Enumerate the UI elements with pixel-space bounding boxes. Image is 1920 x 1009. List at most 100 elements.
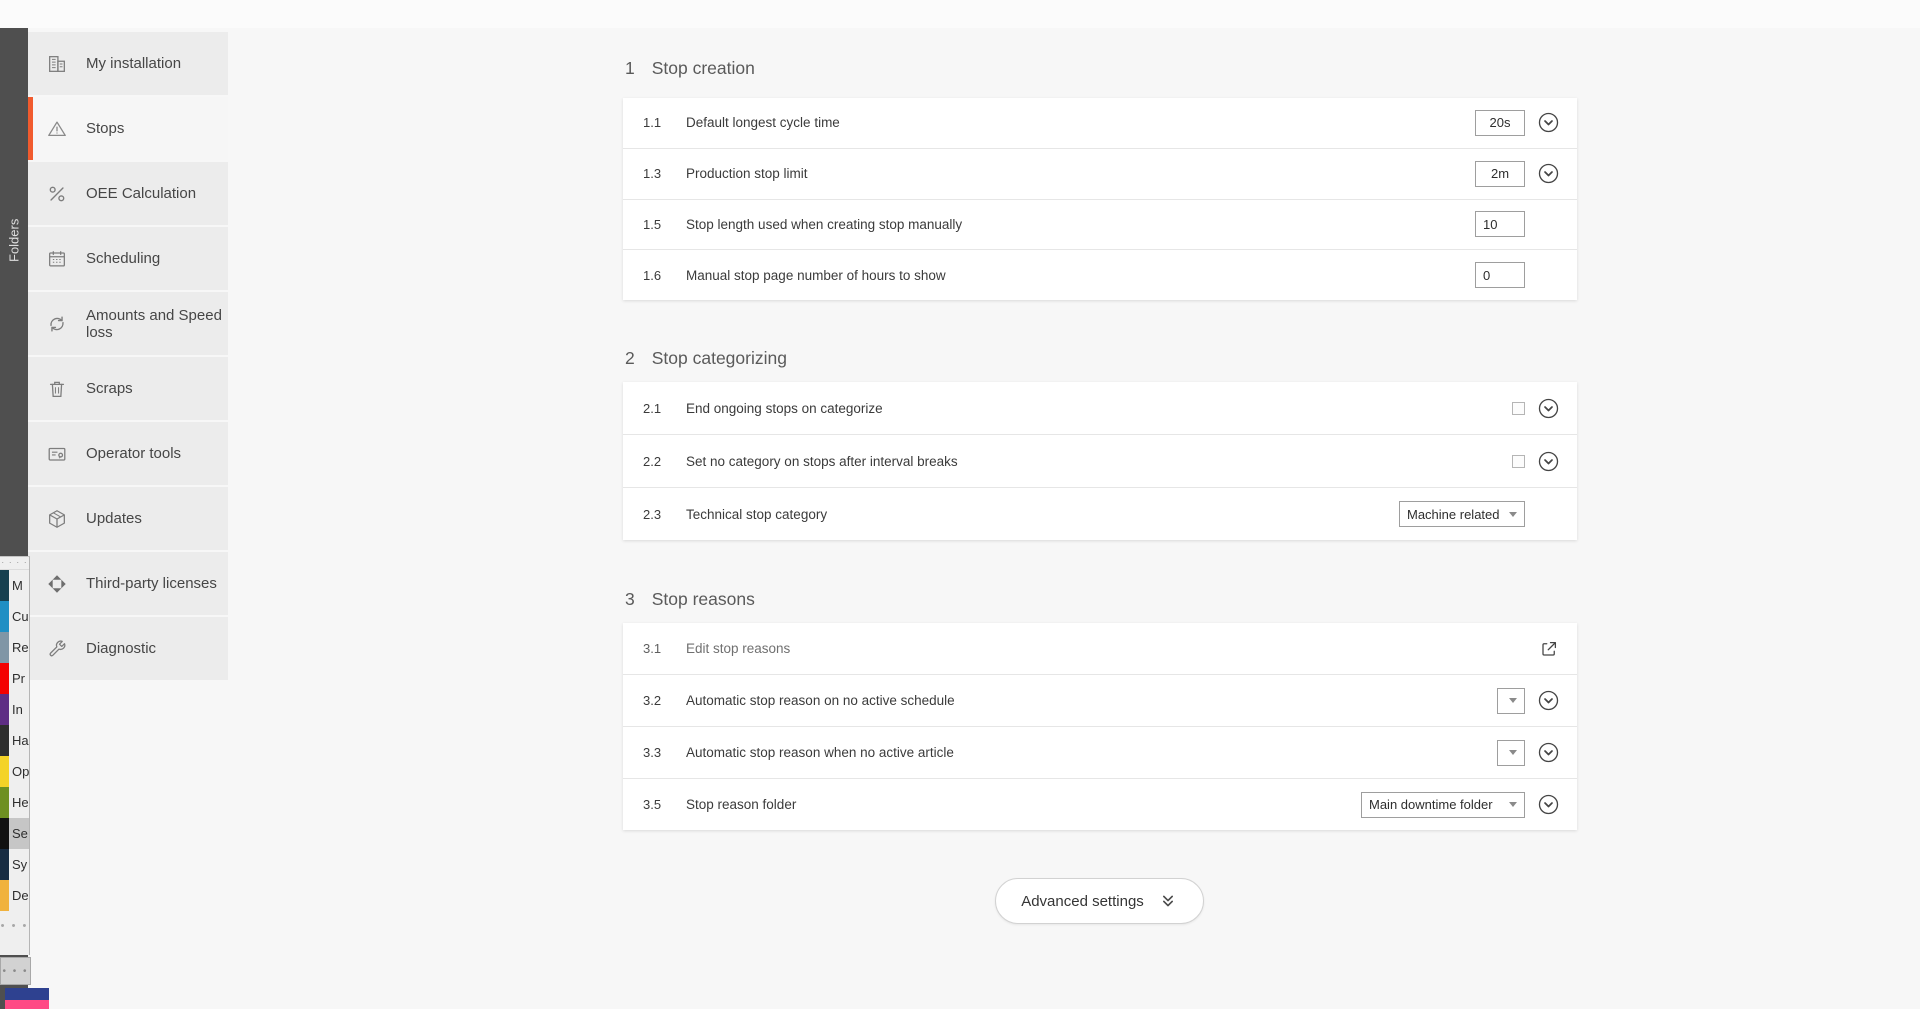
setting-number: 1.1 — [643, 115, 686, 130]
folder-item-label: Ha — [12, 733, 29, 748]
stop-reason-folder-select[interactable]: Main downtime folder — [1361, 792, 1525, 818]
setting-label: End ongoing stops on categorize — [686, 401, 1512, 416]
advanced-settings-button[interactable]: Advanced settings — [995, 878, 1204, 924]
end-stops-checkbox[interactable] — [1512, 402, 1525, 415]
setting-row-3-5: 3.5 Stop reason folder Main downtime fol… — [623, 778, 1577, 830]
stop-limit-input[interactable] — [1475, 161, 1525, 187]
folder-item[interactable]: De — [0, 880, 29, 911]
auto-stop-reason-article-select[interactable] — [1497, 740, 1525, 766]
percent-icon — [46, 183, 68, 205]
setting-number: 3.5 — [643, 797, 686, 812]
folder-item[interactable]: Pr — [0, 663, 29, 694]
folder-item[interactable]: M — [0, 570, 29, 601]
folder-item[interactable]: Re — [0, 632, 29, 663]
caret-down-icon — [1509, 698, 1517, 703]
expand-slot-empty — [1538, 265, 1559, 286]
caret-down-icon — [1509, 512, 1517, 517]
chevron-down-icon — [1545, 751, 1552, 755]
setting-row-2-3: 2.3 Technical stop category Machine rela… — [623, 487, 1577, 540]
setting-label: Automatic stop reason on no active sched… — [686, 693, 1497, 708]
setting-row-1-5: 1.5 Stop length used when creating stop … — [623, 199, 1577, 250]
external-link-icon[interactable] — [1538, 638, 1559, 659]
sidebar-item-third-party-licenses[interactable]: Third-party licenses — [28, 552, 228, 615]
technical-stop-category-select[interactable]: Machine related — [1399, 501, 1525, 527]
setting-row-1-6: 1.6 Manual stop page number of hours to … — [623, 249, 1577, 300]
sidebar-item-scraps[interactable]: Scraps — [28, 357, 228, 420]
folder-item-label: De — [12, 888, 29, 903]
manual-stop-hours-input[interactable] — [1475, 262, 1525, 288]
folder-panel-drag-handle[interactable]: · · · · — [0, 557, 29, 570]
setting-number: 3.1 — [643, 641, 686, 656]
section-title: Stop creation — [652, 58, 755, 79]
folder-item[interactable]: Sy — [0, 849, 29, 880]
brand-logo-top — [5, 988, 49, 1000]
sidebar-item-scheduling[interactable]: Scheduling — [28, 227, 228, 290]
chevron-down-icon — [1545, 121, 1552, 125]
folder-item[interactable]: In — [0, 694, 29, 725]
setting-number: 3.3 — [643, 745, 686, 760]
folder-color-bar — [0, 663, 9, 694]
expand-slot-empty — [1538, 214, 1559, 235]
setting-label: Technical stop category — [686, 507, 1399, 522]
auto-stop-reason-schedule-select[interactable] — [1497, 688, 1525, 714]
folder-overflow-dots[interactable]: • • • — [0, 911, 29, 941]
sidebar-item-label: Scheduling — [86, 250, 160, 267]
pinwheel-icon — [46, 573, 68, 595]
folder-item[interactable]: Cu — [0, 601, 29, 632]
setting-label: Edit stop reasons — [686, 641, 1525, 656]
chevron-down-icon — [1545, 460, 1552, 464]
folder-color-bar — [0, 756, 9, 787]
sidebar-item-amounts-speed-loss[interactable]: Amounts and Speed loss — [28, 292, 228, 355]
folder-item-label: Pr — [12, 671, 25, 686]
folder-item[interactable]: He — [0, 787, 29, 818]
folder-item-label: M — [12, 578, 23, 593]
top-bar — [0, 0, 1920, 28]
section-title: Stop reasons — [652, 589, 755, 610]
folder-item-label: In — [12, 702, 23, 717]
folder-color-bar — [0, 601, 9, 632]
sidebar-item-label: OEE Calculation — [86, 185, 196, 202]
brand-logo[interactable] — [5, 988, 49, 1009]
setting-number: 1.6 — [643, 268, 686, 283]
sidebar-item-label: Operator tools — [86, 445, 181, 462]
setting-row-2-1: 2.1 End ongoing stops on categorize — [623, 382, 1577, 434]
no-category-checkbox[interactable] — [1512, 455, 1525, 468]
cycle-time-input[interactable] — [1475, 110, 1525, 136]
expand-row-button[interactable] — [1538, 112, 1559, 133]
expand-row-button[interactable] — [1538, 690, 1559, 711]
folder-item-label: Re — [12, 640, 29, 655]
double-chevron-down-icon — [1158, 891, 1178, 911]
calendar-icon — [46, 248, 68, 270]
setting-number: 2.1 — [643, 401, 686, 416]
expand-row-button[interactable] — [1538, 451, 1559, 472]
folder-item[interactable]: Op — [0, 756, 29, 787]
id-card-icon — [46, 443, 68, 465]
setting-row-3-2: 3.2 Automatic stop reason on no active s… — [623, 674, 1577, 726]
sidebar-item-my-installation[interactable]: My installation — [28, 32, 228, 95]
folder-color-bar — [0, 570, 9, 601]
setting-label: Default longest cycle time — [686, 115, 1475, 130]
expand-row-button[interactable] — [1538, 163, 1559, 184]
folder-item[interactable]: Ha — [0, 725, 29, 756]
sidebar-item-operator-tools[interactable]: Operator tools — [28, 422, 228, 485]
setting-number: 2.3 — [643, 507, 686, 522]
expand-row-button[interactable] — [1538, 742, 1559, 763]
sidebar-item-label: Scraps — [86, 380, 133, 397]
sidebar-item-oee-calculation[interactable]: OEE Calculation — [28, 162, 228, 225]
folder-color-bar — [0, 787, 9, 818]
expand-row-button[interactable] — [1538, 398, 1559, 419]
sidebar-item-label: Third-party licenses — [86, 575, 217, 592]
sidebar-item-stops[interactable]: Stops — [28, 97, 228, 160]
setting-row-1-1: 1.1 Default longest cycle time — [623, 98, 1577, 148]
panel-resize-handle[interactable]: • • • — [0, 957, 31, 985]
expand-row-button[interactable] — [1538, 794, 1559, 815]
sidebar-item-diagnostic[interactable]: Diagnostic — [28, 617, 228, 680]
sidebar-item-updates[interactable]: Updates — [28, 487, 228, 550]
manual-stop-length-input[interactable] — [1475, 211, 1525, 237]
setting-number: 2.2 — [643, 454, 686, 469]
folder-item-selected[interactable]: Se — [0, 818, 29, 849]
building-icon — [46, 53, 68, 75]
setting-row-3-1[interactable]: 3.1 Edit stop reasons — [623, 623, 1577, 674]
selected-option: Machine related — [1407, 507, 1503, 522]
package-icon — [46, 508, 68, 530]
